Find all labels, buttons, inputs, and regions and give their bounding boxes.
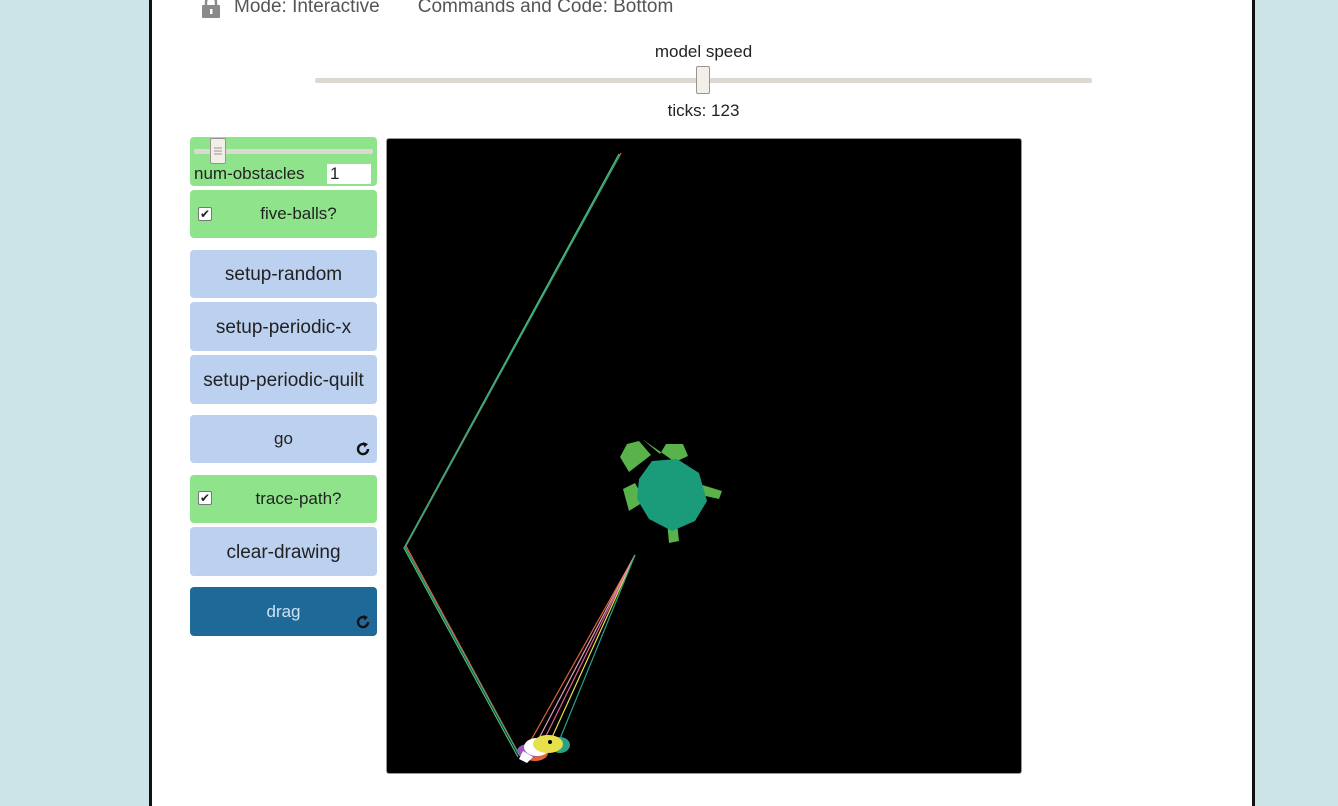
forever-icon [355, 614, 371, 630]
clear-drawing-label: clear-drawing [226, 542, 341, 563]
clear-drawing-button[interactable]: clear-drawing [190, 527, 377, 576]
go-label: go [274, 429, 293, 448]
trace-paths [403, 152, 636, 758]
trace-path-switch[interactable]: ✔ trace-path? [190, 475, 377, 523]
top-bar: Mode: Interactive Commands and Code: Bot… [200, 0, 673, 20]
go-button[interactable]: go [190, 415, 377, 463]
setup-periodic-quilt-label: setup-periodic-quilt [203, 370, 364, 391]
num-obstacles-value-field[interactable]: 1 [327, 164, 371, 184]
mode-label[interactable]: Mode: Interactive [234, 0, 380, 18]
num-obstacles-slider[interactable]: num-obstacles 1 [190, 137, 377, 186]
drag-label: drag [266, 602, 301, 621]
model-speed-slider-thumb[interactable] [696, 66, 710, 94]
lock-icon[interactable] [200, 0, 222, 18]
world-view[interactable] [386, 138, 1022, 774]
balls [517, 735, 570, 763]
num-obstacles-slider-thumb[interactable] [210, 138, 226, 164]
commands-and-code-label[interactable]: Commands and Code: Bottom [418, 0, 674, 18]
model-speed-label: model speed [654, 42, 753, 61]
setup-periodic-quilt-button[interactable]: setup-periodic-quilt [190, 355, 377, 404]
ticks-counter: ticks: 123 [667, 101, 740, 120]
setup-random-button[interactable]: setup-random [190, 250, 377, 298]
five-balls-label: five-balls? [260, 204, 337, 223]
world-canvas[interactable] [387, 139, 1022, 774]
setup-periodic-x-label: setup-periodic-x [215, 317, 352, 338]
setup-random-label: setup-random [224, 264, 343, 285]
forever-icon [355, 441, 371, 457]
drag-button[interactable]: drag [190, 587, 377, 636]
five-balls-switch[interactable]: ✔ five-balls? [190, 190, 377, 238]
obstacle-turtle [620, 439, 722, 543]
trace-path-label: trace-path? [255, 489, 342, 508]
num-obstacles-label: num-obstacles [194, 164, 305, 183]
setup-periodic-x-button[interactable]: setup-periodic-x [190, 302, 377, 351]
